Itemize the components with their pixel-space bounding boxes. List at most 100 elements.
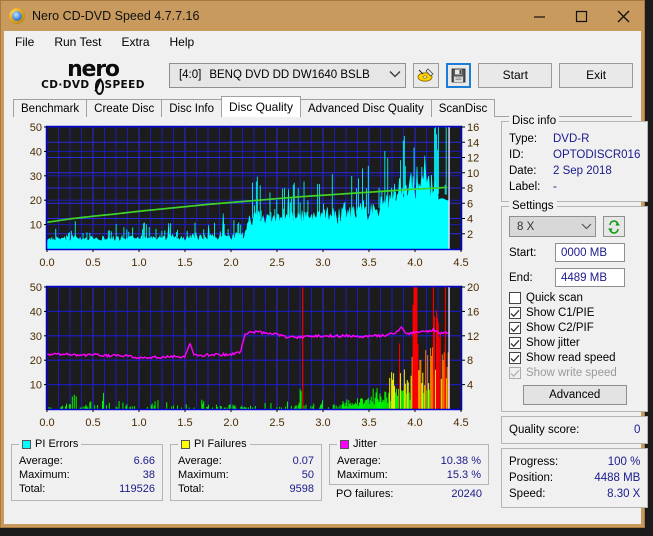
title-bar: Nero CD-DVD Speed 4.7.7.16 [1,1,644,31]
end-input[interactable]: 4489 MB [555,268,625,287]
minimize-icon[interactable] [518,1,560,31]
svg-text:3.0: 3.0 [315,257,330,269]
checkbox-quick-scan[interactable]: Quick scan [509,292,640,304]
maximize-icon[interactable] [560,1,602,31]
svg-text:10: 10 [467,168,479,180]
disc-id-label: ID: [509,149,524,161]
tab-disc-info[interactable]: Disc Info [161,99,222,117]
start-label: Start: [509,246,537,259]
speed-row: Speed: 8.30 X [509,486,640,502]
tab-content-disc-quality: 10 20 30 40 50 2 4 6 8 10 12 14 16 0.0 0.5 1.0 1.5 2.0 2.5… [4,115,649,524]
checkbox-label: Show C2/PIF [526,322,594,334]
settings-panel: Settings 8 X Start: 0000 MB End: 4489 MB… [501,200,649,412]
svg-text:4.5: 4.5 [453,257,468,269]
svg-text:4: 4 [467,214,473,226]
svg-text:2.5: 2.5 [269,257,284,269]
pi-errors-maximum-value: 38 [142,469,155,481]
window-controls [518,1,644,31]
tab-scandisc[interactable]: ScanDisc [430,99,496,117]
speed-row: 8 X [509,216,640,237]
advanced-button[interactable]: Advanced [522,385,627,405]
close-icon[interactable] [602,1,644,31]
disc-label-label: Label: [509,181,541,193]
quality-score-label: Quality score: [509,424,580,436]
svg-text:8: 8 [467,355,473,367]
checkbox-show-jitter[interactable]: Show jitter [509,337,640,349]
svg-text:10: 10 [30,220,42,232]
svg-text:30: 30 [30,331,42,343]
tab-advanced-disc-quality[interactable]: Advanced Disc Quality [300,99,432,117]
svg-text:8: 8 [467,183,473,195]
pi-errors-legend-label: PI Errors [35,438,79,450]
nero-logo: nero CD·DVD SPEED [10,58,162,95]
svg-text:14: 14 [467,137,479,149]
disc-label-value: - [553,181,557,193]
stat-row: Average: 10.38 % [337,454,481,468]
app-icon [9,8,25,24]
exit-button[interactable]: Exit [559,62,633,88]
pi-errors-total-value: 119526 [119,483,155,495]
svg-text:0.5: 0.5 [85,417,100,429]
stat-row: Average: 6.66 [19,454,155,468]
menu-item-help[interactable]: Help [168,34,197,50]
start-input[interactable]: 0000 MB [555,243,625,262]
charts-column: 10 20 30 40 50 2 4 6 8 10 12 14 16 0.0 0.5 1.0 1.5 2.0 2.5… [9,121,496,520]
svg-text:20: 20 [30,355,42,367]
svg-text:50: 50 [30,122,42,134]
checkbox-show-read-speed[interactable]: Show read speed [509,352,640,364]
pi-errors-chart: 10 20 30 40 50 2 4 6 8 10 12 14 16 0.0 0.5 1.0 1.5 2.0 2.5… [9,121,496,281]
pi-failures-legend: PI Failures [178,438,250,450]
pi-errors-legend: PI Errors [19,438,82,450]
drive-name: BENQ DVD DD DW1640 BSLB [209,69,370,81]
refresh-button[interactable] [603,216,625,237]
disc-date-label: Date: [509,165,537,177]
side-panel: Disc info Type: DVD-R ID: OPTODISCR016 D… [501,115,649,520]
svg-text:0.5: 0.5 [85,257,100,269]
checkbox-label: Show C1/PIE [526,307,595,319]
pi-errors-total-label: Total: [19,483,46,495]
svg-text:0.0: 0.0 [39,257,54,269]
stat-row: Total: 9598 [178,482,314,496]
pi-failures-color-swatch [181,439,190,449]
svg-text:1.0: 1.0 [131,257,146,269]
disc-info-legend: Disc info [509,115,560,127]
pi-failures-maximum-label: Maximum: [178,469,229,481]
start-button[interactable]: Start [478,62,553,88]
checkbox-box [509,352,521,364]
progress-row: Progress: 100 % [509,454,640,470]
pi-errors-color-swatch [22,439,31,449]
pi-errors-stats-box: PI Errors Average: 6.66 Maximum: 38 Tota… [11,438,163,501]
logo-disc-icon [92,78,104,95]
pi-errors-average-value: 6.66 [133,455,155,467]
quality-score-value: 0 [633,424,641,436]
jitter-maximum-value: 15.3 % [446,469,481,481]
checkbox-show-c2-pif[interactable]: Show C2/PIF [509,322,640,334]
drive-select[interactable]: [4:0] BENQ DVD DD DW1640 BSLB [168,62,407,88]
checkbox-show-write-speed: Show write speed [509,367,640,379]
disc-type-value: DVD-R [553,133,590,145]
po-failures-label: PO failures: [336,488,394,500]
speed-select[interactable]: 8 X [509,216,596,237]
checkbox-label: Show read speed [526,352,616,364]
svg-text:2.5: 2.5 [269,417,284,429]
disc-info-panel: Disc info Type: DVD-R ID: OPTODISCR016 D… [501,115,649,202]
svg-text:4: 4 [467,380,473,392]
menu-item-extra[interactable]: Extra [119,34,151,50]
menu-item-run-test[interactable]: Run Test [52,34,103,50]
checkbox-box [509,307,521,319]
client-area: File Run Test Extra Help nero CD·DVD SPE… [4,31,649,524]
save-results-button[interactable] [445,62,472,88]
svg-text:1.0: 1.0 [131,417,146,429]
tab-benchmark[interactable]: Benchmark [13,99,88,117]
svg-text:10: 10 [30,380,42,392]
stat-row: Average: 0.07 [178,454,314,468]
eject-disc-button[interactable] [413,62,439,88]
jitter-color-swatch [340,439,349,449]
tab-create-disc[interactable]: Create Disc [86,99,163,117]
checkbox-show-c1-pie[interactable]: Show C1/PIE [509,307,640,319]
end-label: End: [509,271,533,284]
pi-failures-jitter-chart: 10 20 30 40 50 4 8 12 16 20 0.0 0.5 1.0 1.5 2.0 2.5 3.0 3… [9,281,496,441]
window-title: Nero CD-DVD Speed 4.7.7.16 [32,9,200,23]
tab-disc-quality[interactable]: Disc Quality [221,96,302,117]
menu-item-file[interactable]: File [13,34,36,50]
